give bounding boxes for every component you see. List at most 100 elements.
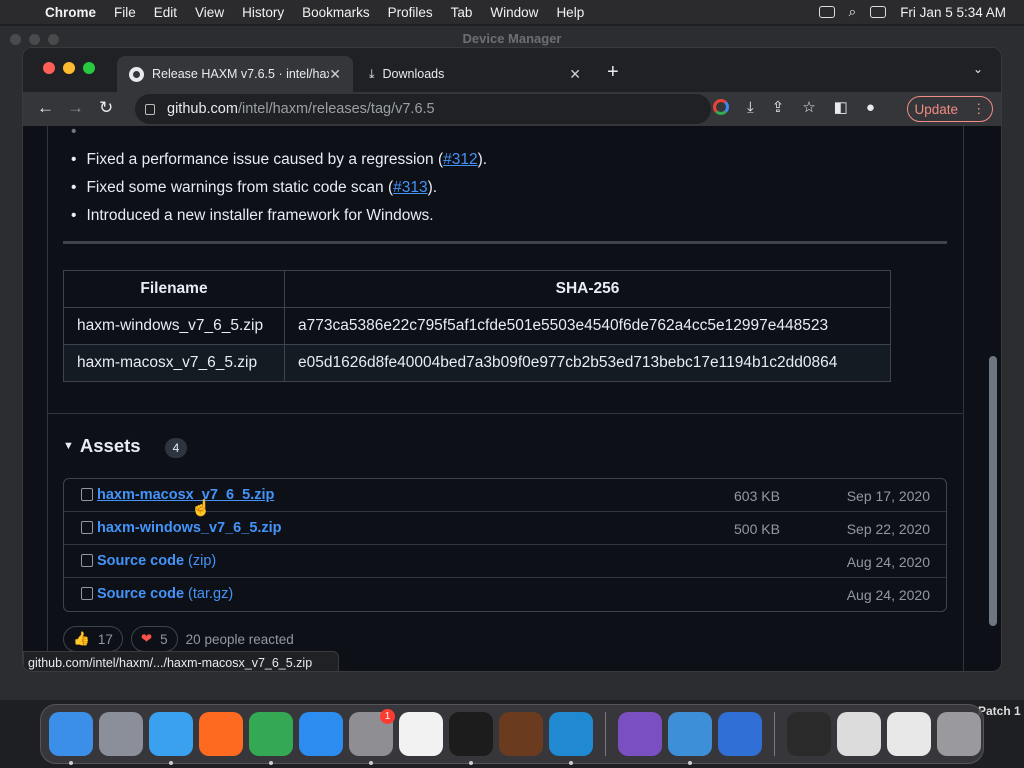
github-icon <box>129 66 144 82</box>
instruments-icon[interactable] <box>718 712 762 756</box>
garageband-icon[interactable] <box>499 712 543 756</box>
table-header-row: Filename SHA-256 <box>63 270 891 308</box>
close-tab-icon[interactable]: ✕ <box>569 66 581 83</box>
menu-tab[interactable]: Tab <box>442 5 482 20</box>
address-bar[interactable]: github.com/intel/haxm/releases/tag/v7.6.… <box>135 94 711 124</box>
stage-manager-icon[interactable] <box>818 6 835 18</box>
lock-icon[interactable] <box>145 103 155 115</box>
browser-window: Release HAXM v7.6.5 · intel/haxm ✕ ⤓ Dow… <box>22 47 1002 672</box>
divider <box>63 241 947 244</box>
zoom-window-button[interactable] <box>83 62 95 74</box>
window-thumb-3-icon[interactable] <box>887 712 931 756</box>
menu-chrome[interactable]: Chrome <box>36 5 105 20</box>
column-header-filename: Filename <box>63 270 285 308</box>
reactions-summary: 20 people reacted <box>185 631 294 647</box>
launchpad-icon[interactable] <box>99 712 143 756</box>
back-button[interactable]: ← <box>37 98 54 118</box>
list-item: Fixed some warnings from static code sca… <box>86 174 487 202</box>
control-center-icon[interactable] <box>870 6 887 18</box>
running-indicator <box>269 761 273 765</box>
asset-link[interactable]: Source code (zip) <box>97 553 216 569</box>
dock-separator <box>605 712 606 756</box>
url-host: github.com <box>167 101 238 117</box>
bookmark-star-icon[interactable]: ☆ <box>802 98 815 116</box>
install-app-icon[interactable]: ⤓ <box>747 99 754 116</box>
side-panel-icon[interactable]: ◧ <box>834 98 848 116</box>
share-icon[interactable]: ⇪ <box>772 98 785 116</box>
thumbs-up-reaction-button[interactable]: 👍 17 <box>63 626 123 652</box>
system-settings-icon[interactable]: 1 <box>349 709 395 765</box>
profile-icon[interactable]: ● <box>866 99 875 116</box>
menu-file[interactable]: File <box>105 5 145 20</box>
weather-icon[interactable] <box>668 712 712 765</box>
close-tab-icon[interactable]: ✕ <box>329 66 341 83</box>
background-patch-label: Patch 1 <box>978 704 1021 718</box>
notification-badge: 1 <box>380 709 395 724</box>
running-indicator <box>469 761 473 765</box>
spotlight-icon[interactable]: ⌕ <box>849 4 857 20</box>
menu-window[interactable]: Window <box>481 5 547 20</box>
asset-link[interactable]: Source code (tar.gz) <box>97 586 233 602</box>
issue-link-312[interactable]: #312 <box>443 151 477 168</box>
tab-title: Release HAXM v7.6.5 · intel/haxm <box>152 67 330 81</box>
menu-profiles[interactable]: Profiles <box>379 5 442 20</box>
app-store-icon[interactable] <box>299 712 343 756</box>
update-button[interactable]: Update ⋮ <box>907 96 993 122</box>
reload-button[interactable]: ↻ <box>99 98 113 118</box>
page-content: Fixed a performance issue caused by a re… <box>23 126 1001 671</box>
trash-icon[interactable] <box>937 712 981 756</box>
textedit-icon[interactable] <box>399 712 443 756</box>
running-indicator <box>369 761 373 765</box>
file-zip-icon <box>81 554 93 567</box>
close-window-button[interactable] <box>43 62 55 74</box>
menu-help[interactable]: Help <box>547 5 593 20</box>
release-notes: Fixed a performance issue caused by a re… <box>71 126 487 230</box>
list-item: Source code (zip) Aug 24, 2020 <box>64 545 946 578</box>
safari-icon[interactable] <box>149 712 193 765</box>
menu-view[interactable]: View <box>186 5 233 20</box>
browser-toolbar: ← → ↻ github.com/intel/haxm/releases/tag… <box>23 92 1001 126</box>
list-item: Introduced a new installer framework for… <box>86 202 487 230</box>
chrome-icon[interactable] <box>249 712 293 765</box>
tab-strip: Release HAXM v7.6.5 · intel/haxm ✕ ⤓ Dow… <box>23 48 1001 92</box>
window-thumb-2-icon[interactable] <box>837 712 881 756</box>
firefox-icon[interactable] <box>199 712 243 756</box>
menu-history[interactable]: History <box>233 5 293 20</box>
vscode-icon[interactable] <box>549 712 593 765</box>
visual-studio-icon[interactable] <box>618 712 662 756</box>
list-item <box>89 126 487 146</box>
menu-bar: Chrome File Edit View History Bookmarks … <box>0 0 1024 24</box>
triangle-down-icon: ▼ <box>63 440 74 452</box>
table-cell: e05d1626d8fe40004bed7a3b09f0e977cb2b53ed… <box>284 344 891 382</box>
menubar-clock[interactable]: Fri Jan 5 5:34 AM <box>900 5 1006 20</box>
section-divider <box>47 413 964 414</box>
package-icon <box>81 521 93 534</box>
tab-release-haxm[interactable]: Release HAXM v7.6.5 · intel/haxm ✕ <box>117 56 353 92</box>
kebab-menu-icon[interactable]: ⋮ <box>972 101 986 117</box>
asset-link[interactable]: haxm-macosx_v7_6_5.zip <box>97 487 274 503</box>
window-thumb-1-icon[interactable] <box>787 712 831 756</box>
google-icon[interactable] <box>713 99 729 115</box>
tab-search-chevron-icon[interactable]: ⌄ <box>973 62 983 76</box>
heart-reaction-button[interactable]: ❤ 5 <box>130 626 178 652</box>
minimize-window-button[interactable] <box>63 62 75 74</box>
issue-link-313[interactable]: #313 <box>393 179 427 196</box>
tab-title: Downloads <box>382 67 445 81</box>
assets-toggle[interactable]: ▼ Assets <box>63 435 141 457</box>
asset-link[interactable]: haxm-windows_v7_6_5.zip <box>97 520 282 536</box>
tab-downloads[interactable]: ⤓ Downloads ✕ <box>357 56 593 92</box>
menu-edit[interactable]: Edit <box>145 5 186 20</box>
terminal-icon[interactable] <box>449 712 493 765</box>
asset-date: Aug 24, 2020 <box>846 554 930 570</box>
running-indicator <box>69 761 73 765</box>
thumbs-up-icon: 👍 <box>73 631 90 646</box>
table-cell: a773ca5386e22c795f5af1cfde501e5503e4540f… <box>284 307 891 345</box>
list-item: Source code (tar.gz) Aug 24, 2020 <box>64 578 946 611</box>
forward-button[interactable]: → <box>67 98 84 118</box>
page-scrollbar[interactable] <box>989 356 997 626</box>
new-tab-button[interactable]: + <box>607 61 619 84</box>
asset-date: Aug 24, 2020 <box>846 587 930 603</box>
running-indicator <box>688 761 692 765</box>
finder-icon[interactable] <box>49 712 93 765</box>
menu-bookmarks[interactable]: Bookmarks <box>293 5 379 20</box>
